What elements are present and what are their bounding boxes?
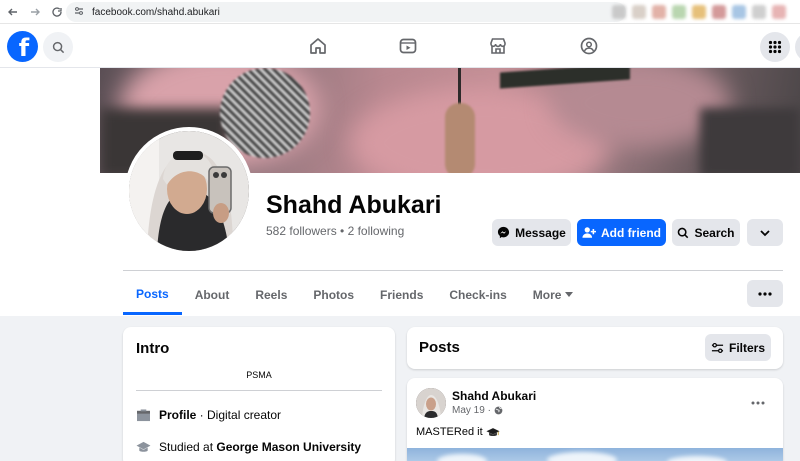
posts-header-card: Posts Filters bbox=[407, 327, 783, 369]
tab-posts[interactable]: Posts bbox=[123, 275, 182, 315]
address-bar[interactable]: facebook.com/shahd.abukari bbox=[66, 2, 626, 22]
apps-menu-icon bbox=[768, 40, 782, 54]
intro-bio: PSMA bbox=[246, 370, 272, 380]
forward-arrow-icon[interactable] bbox=[26, 3, 44, 21]
tab-photos[interactable]: Photos bbox=[300, 275, 367, 315]
video-icon[interactable] bbox=[396, 34, 420, 58]
tabs-more-button[interactable] bbox=[747, 280, 783, 307]
post-author-avatar[interactable] bbox=[416, 388, 446, 418]
filters-label: Filters bbox=[728, 340, 765, 355]
search-icon bbox=[52, 41, 64, 53]
profile-divider bbox=[123, 270, 783, 271]
intro-divider bbox=[136, 390, 382, 391]
tab-more[interactable]: More bbox=[520, 275, 587, 315]
facebook-top-nav: f bbox=[0, 24, 800, 68]
tab-reels[interactable]: Reels bbox=[242, 275, 300, 315]
intro-school-link[interactable]: George Mason University bbox=[216, 440, 361, 454]
intro-studied-prefix: Studied at bbox=[159, 440, 217, 454]
tab-more-label: More bbox=[532, 288, 562, 302]
graduation-cap-icon bbox=[136, 441, 151, 452]
tab-friends[interactable]: Friends bbox=[367, 275, 436, 315]
home-icon[interactable] bbox=[306, 34, 330, 58]
more-dots-icon bbox=[751, 401, 765, 405]
tab-about[interactable]: About bbox=[182, 275, 243, 315]
intro-profile-value: · Digital creator bbox=[196, 408, 282, 422]
message-button[interactable]: Message bbox=[492, 219, 571, 246]
globe-icon bbox=[494, 406, 503, 415]
browser-extensions bbox=[612, 5, 800, 19]
search-profile-button[interactable]: Search bbox=[672, 219, 740, 246]
post-image[interactable] bbox=[407, 448, 783, 461]
profile-name: Shahd Abukari bbox=[266, 191, 442, 219]
profile-tabs: Posts About Reels Photos Friends Check-i… bbox=[123, 275, 586, 315]
add-friend-icon bbox=[582, 227, 596, 238]
profile-avatar[interactable] bbox=[125, 127, 253, 255]
post-meta: May 19 · bbox=[452, 405, 503, 416]
message-label: Message bbox=[515, 225, 566, 240]
back-arrow-icon[interactable] bbox=[4, 3, 22, 21]
add-friend-button[interactable]: Add friend bbox=[577, 219, 666, 246]
url-text: facebook.com/shahd.abukari bbox=[92, 6, 220, 18]
messenger-button[interactable] bbox=[795, 32, 800, 62]
intro-profile-label: Profile bbox=[159, 408, 197, 422]
intro-profile-row: Profile · Digital creator bbox=[136, 408, 281, 422]
intro-card: Intro PSMA Profile · Digital creator Stu… bbox=[123, 327, 395, 461]
search-button[interactable] bbox=[43, 32, 73, 62]
search-label: Search bbox=[694, 225, 735, 240]
caret-down-icon bbox=[565, 292, 574, 297]
marketplace-icon[interactable] bbox=[486, 34, 510, 58]
post-date[interactable]: May 19 · bbox=[452, 405, 491, 416]
more-options-button[interactable] bbox=[747, 219, 783, 246]
messenger-icon bbox=[498, 226, 510, 239]
reload-icon[interactable] bbox=[48, 3, 66, 21]
filters-button[interactable]: Filters bbox=[705, 334, 771, 361]
post-author-name[interactable]: Shahd Abukari bbox=[452, 389, 536, 403]
tab-check-ins[interactable]: Check-ins bbox=[436, 275, 519, 315]
post-text: MASTERed it bbox=[416, 426, 483, 438]
more-dots-icon bbox=[758, 291, 772, 296]
intro-title: Intro bbox=[136, 340, 170, 357]
intro-education-row: Studied at George Mason University bbox=[136, 440, 361, 454]
chevron-down-icon bbox=[760, 229, 770, 236]
profile-category-icon bbox=[137, 408, 150, 421]
facebook-logo[interactable]: f bbox=[7, 31, 38, 62]
post-text-row: MASTERed it bbox=[416, 426, 500, 438]
filters-icon bbox=[711, 342, 724, 353]
graduation-cap-emoji-icon bbox=[486, 427, 500, 436]
posts-title: Posts bbox=[419, 339, 460, 356]
apps-menu-button[interactable] bbox=[760, 32, 790, 62]
add-friend-label: Add friend bbox=[601, 225, 661, 240]
post-card: Shahd Abukari May 19 · MASTERed it bbox=[407, 378, 783, 461]
post-options-button[interactable] bbox=[751, 392, 765, 408]
browser-toolbar: facebook.com/shahd.abukari bbox=[0, 0, 800, 24]
site-settings-icon[interactable] bbox=[74, 6, 88, 18]
profile-stats[interactable]: 582 followers • 2 following bbox=[266, 224, 404, 238]
groups-icon[interactable] bbox=[577, 34, 601, 58]
search-icon bbox=[678, 227, 689, 238]
